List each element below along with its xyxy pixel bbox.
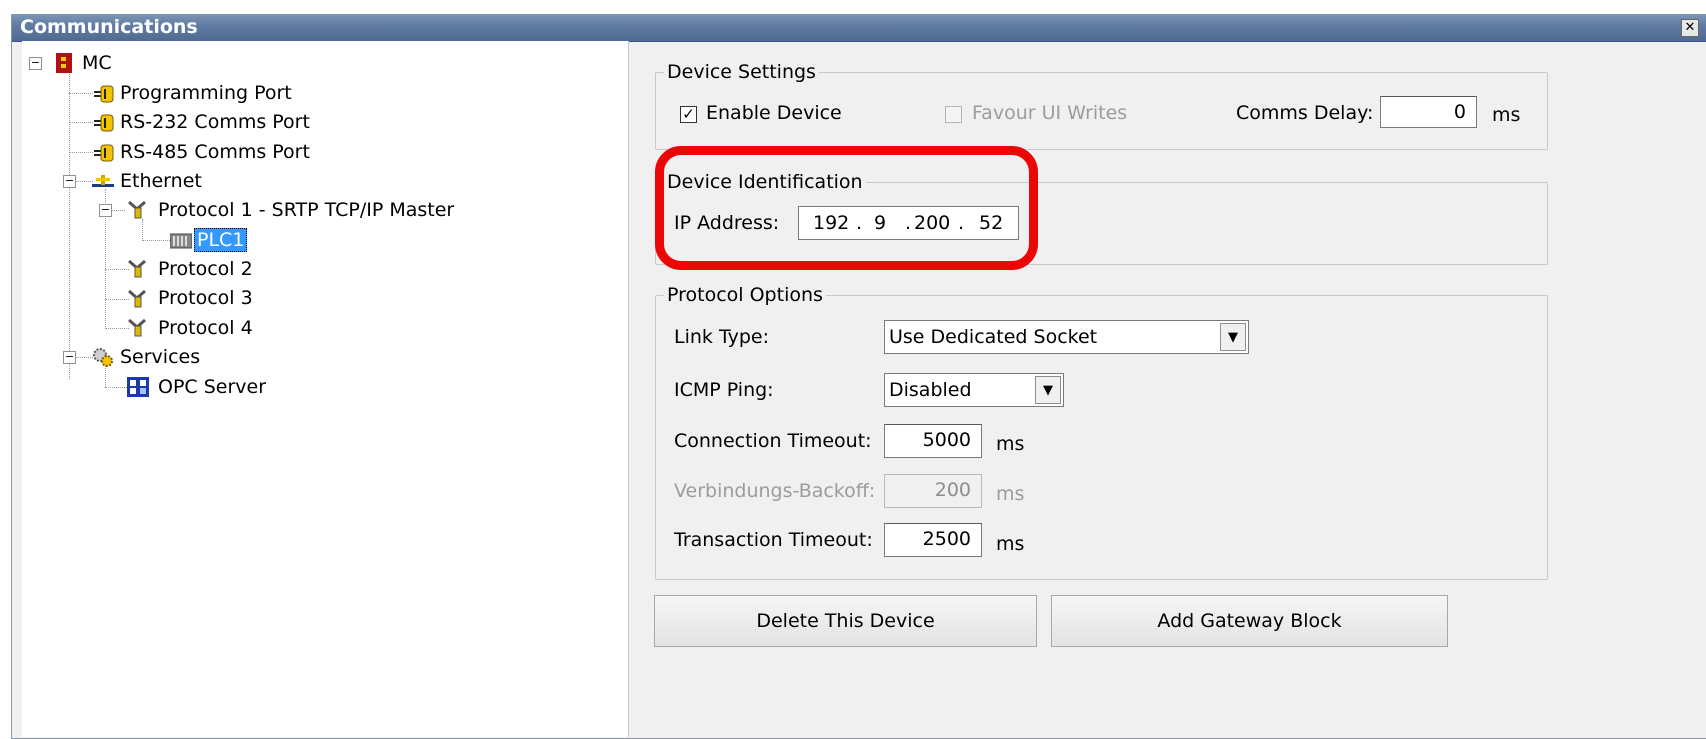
tree-item-plc1[interactable]: PLC1 [194,226,248,254]
collapse-protocol1-icon[interactable]: − [99,204,112,217]
tree-item-label: Ethernet [120,170,202,192]
tree-item-ethernet[interactable]: Ethernet [118,167,204,195]
link-type-label: Link Type: [674,326,769,348]
tree-item-label: OPC Server [158,376,267,398]
device-identification-group: Device Identification [655,171,1548,265]
tree-item-mc[interactable]: MC [80,49,114,77]
tree-item-label: RS-232 Comms Port [120,111,310,133]
tree-item-label: PLC1 [194,228,248,252]
backoff-input[interactable]: 200 [884,474,982,508]
tree-item-protocol2[interactable]: Protocol 2 [156,255,255,283]
tree-item-label: Protocol 2 [158,258,253,280]
tree-item-label: Protocol 4 [158,317,253,339]
tree-item-programming-port[interactable]: Programming Port [118,79,294,107]
tree-item-label: Programming Port [120,82,292,104]
tree-line [142,219,143,241]
protocol-icon [128,289,146,308]
ip-octet-3: 200 [914,212,951,234]
tree-line [105,365,106,387]
group-legend: Device Settings [667,61,816,83]
ip-octet-2: 9 [874,212,887,234]
tree-item-label: Protocol 1 - SRTP TCP/IP Master [158,199,455,221]
add-gateway-block-button[interactable]: Add Gateway Block [1051,595,1448,647]
transaction-timeout-input[interactable]: 2500 [884,523,982,557]
collapse-ethernet-icon[interactable]: − [63,175,76,188]
controller-icon [56,53,72,73]
ip-address-input[interactable]: 192 . 9 . 200 . 52 [798,206,1019,240]
ip-address-label: IP Address: [674,212,780,234]
link-type-value: Use Dedicated Socket [889,326,1098,348]
port-icon [94,114,114,132]
connection-timeout-label: Connection Timeout: [674,430,872,452]
network-icon [92,175,114,187]
comms-delay-unit: ms [1492,104,1521,126]
delete-device-button[interactable]: Delete This Device [654,595,1037,647]
group-legend: Device Identification [667,171,863,193]
favour-ui-writes-checkbox[interactable] [945,106,962,123]
tree-item-protocol1[interactable]: Protocol 1 - SRTP TCP/IP Master [156,196,456,224]
enable-device-checkbox[interactable]: ✓ [680,106,697,123]
collapse-mc-icon[interactable]: − [29,57,42,70]
group-legend: Protocol Options [667,284,823,306]
tree-line [111,210,125,211]
tree-line [69,93,93,94]
tree-item-rs232[interactable]: RS-232 Comms Port [118,108,312,136]
tree-line [105,387,129,388]
chevron-down-icon[interactable]: ▼ [1220,323,1246,351]
tree-item-protocol3[interactable]: Protocol 3 [156,284,255,312]
tree-line [142,240,170,241]
tree-item-opc-server[interactable]: OPC Server [156,373,268,401]
tree-item-label: Protocol 3 [158,287,253,309]
tree-line [75,357,93,358]
icmp-ping-label: ICMP Ping: [674,379,774,401]
icmp-ping-select[interactable]: Disabled ▼ [884,373,1064,407]
tree-line [105,299,129,300]
enable-device-label: Enable Device [706,102,842,124]
favour-ui-writes-label: Favour UI Writes [972,102,1128,124]
tree-line [105,328,129,329]
link-type-select[interactable]: Use Dedicated Socket ▼ [884,320,1249,354]
ip-dot: . [856,212,863,234]
tree-line [75,181,93,182]
ip-dot: . [905,212,912,234]
tree-line [69,67,70,379]
protocol-icon [128,259,146,278]
ip-octet-1: 192 [813,212,850,234]
tree-item-label: Services [120,346,201,368]
transaction-timeout-label: Transaction Timeout: [674,529,873,551]
gears-icon [93,348,113,367]
title-bar: Communications ✕ [12,15,1706,42]
ip-octet-4: 52 [979,212,1004,234]
port-icon [94,85,114,103]
backoff-unit: ms [996,483,1025,505]
comms-delay-label: Comms Delay: [1236,102,1374,124]
tree-line [69,152,93,153]
tree-line [69,122,93,123]
tree-line [105,269,129,270]
connection-timeout-unit: ms [996,433,1025,455]
tree-item-rs485[interactable]: RS-485 Comms Port [118,138,312,166]
protocol-icon [128,318,146,337]
transaction-timeout-unit: ms [996,533,1025,555]
plc-icon [170,233,192,249]
window-title: Communications [20,16,198,38]
tree-item-protocol4[interactable]: Protocol 4 [156,314,255,342]
backoff-label: Verbindungs-Backoff: [674,480,876,502]
chevron-down-icon[interactable]: ▼ [1035,376,1061,404]
opc-icon [127,377,149,397]
tree-item-label: MC [82,52,112,74]
connection-timeout-input[interactable]: 5000 [884,424,982,458]
tree-item-services[interactable]: Services [118,343,202,371]
protocol-icon [128,200,146,219]
icmp-ping-value: Disabled [889,379,972,401]
comms-delay-input[interactable]: 0 [1380,96,1477,128]
ip-dot: . [958,212,965,234]
collapse-services-icon[interactable]: − [63,351,76,364]
close-icon[interactable]: ✕ [1681,19,1699,37]
port-icon [94,144,114,162]
device-tree: − MC Programming Port RS-232 Comms Port … [22,41,629,737]
tree-item-label: RS-485 Comms Port [120,141,310,163]
